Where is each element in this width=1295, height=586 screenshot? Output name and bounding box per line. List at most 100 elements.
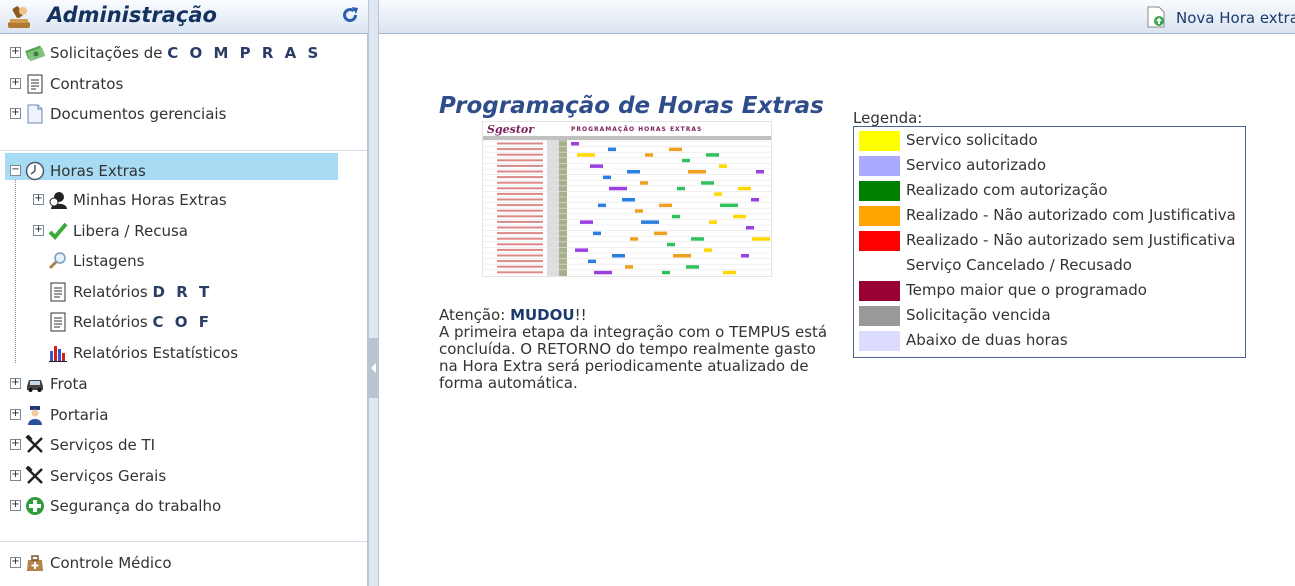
new-document-icon	[1147, 6, 1165, 28]
preview-bar	[625, 265, 633, 269]
preview-brand: Sgestor	[487, 123, 535, 136]
preview-bar	[677, 186, 685, 191]
preview-row-label	[497, 220, 543, 223]
collapse-icon[interactable]: −	[10, 165, 21, 176]
collapse-sidebar-handle[interactable]	[369, 338, 378, 398]
medical-bag-icon	[27, 555, 43, 571]
sidebar-item-label-bold: C O F	[152, 313, 212, 331]
sidebar-item-label: Listagens	[73, 252, 145, 270]
preview-bar	[580, 220, 593, 224]
preview-bar	[709, 220, 717, 224]
preview-bar	[746, 226, 754, 230]
sidebar-item-label: Relatórios	[73, 283, 148, 301]
preview-row-label	[497, 192, 543, 195]
preview-row-label	[497, 237, 543, 240]
legend-label: Tempo maior que o programado	[906, 281, 1147, 299]
preview-row-label	[497, 176, 543, 179]
preview-bar	[612, 254, 625, 258]
expand-icon[interactable]: +	[10, 500, 21, 511]
legend-label: Servico autorizado	[906, 156, 1047, 174]
preview-bar	[603, 175, 611, 180]
legend-label: Realizado - Não autorizado sem Justifica…	[906, 231, 1236, 249]
legend-label: Servico solicitado	[906, 131, 1038, 149]
green-cross-icon	[26, 497, 44, 515]
expand-icon[interactable]: +	[33, 225, 44, 236]
expand-icon[interactable]: +	[33, 194, 44, 205]
preview-bar	[609, 186, 627, 191]
preview-row-label	[497, 159, 543, 162]
sidebar-item-label: Frota	[50, 375, 88, 393]
preview-row-label	[497, 164, 543, 167]
expand-icon[interactable]: +	[10, 47, 21, 58]
preview-row-label	[497, 187, 543, 190]
sidebar-item-label: Contratos	[50, 75, 124, 93]
sidebar-item-label-bold: D R T	[152, 283, 213, 301]
expand-icon[interactable]: +	[10, 470, 21, 481]
sidebar-item-label: Documentos gerenciais	[50, 105, 227, 123]
divider	[0, 150, 367, 151]
new-overtime-label: Nova Hora extra	[1176, 9, 1295, 27]
preview-row-label	[497, 198, 543, 201]
user-clock-icon	[49, 192, 67, 209]
sidebar-item-label: Serviços Gerais	[50, 467, 167, 485]
page-title: Programação de Horas Extras	[439, 93, 824, 119]
sidebar-item-label: Portaria	[50, 406, 109, 424]
panel-splitter[interactable]	[368, 0, 379, 586]
preview-bar	[714, 192, 722, 196]
preview-row-label	[497, 260, 543, 263]
expand-icon[interactable]: +	[10, 409, 21, 420]
sidebar-item-label: Relatórios Estatísticos	[73, 344, 239, 362]
checkmark-icon	[48, 222, 68, 240]
preview-heading: PROGRAMAÇÃO HORAS EXTRAS	[571, 126, 702, 133]
car-icon	[27, 380, 43, 392]
legend-label: Realizado com autorização	[906, 181, 1108, 199]
expand-icon[interactable]: +	[10, 557, 21, 568]
preview-bar	[588, 259, 596, 264]
preview-bar	[738, 186, 751, 191]
preview-bar	[659, 203, 672, 208]
sidebar-item-label: Libera / Recusa	[73, 222, 188, 240]
expand-icon[interactable]: +	[10, 78, 21, 89]
preview-bar	[662, 270, 670, 275]
notice-block: Atenção: MUDOU!! A primeira etapa da int…	[439, 307, 829, 392]
preview-bar	[622, 198, 635, 202]
preview-bar	[635, 209, 643, 213]
legend-title: Legenda:	[853, 109, 923, 127]
preview-bar	[704, 248, 712, 252]
preview-bar	[719, 164, 727, 168]
preview-row-label	[497, 181, 543, 184]
tools-icon	[25, 466, 43, 484]
sidebar-title: Administração	[47, 3, 217, 27]
expand-icon[interactable]: +	[10, 108, 21, 119]
money-icon	[25, 45, 45, 62]
preview-bar	[706, 153, 719, 157]
preview-row-label	[497, 215, 543, 218]
legend-swatch	[859, 156, 900, 176]
expand-icon[interactable]: +	[10, 378, 21, 389]
sidebar-item-label: Minhas Horas Extras	[73, 191, 227, 209]
divider	[0, 541, 367, 542]
preview-row-label	[497, 243, 543, 246]
preview-bar	[751, 198, 759, 202]
sidebar-item-label: Controle Médico	[50, 554, 172, 572]
preview-row-label	[497, 170, 543, 173]
bar-chart-icon	[49, 346, 67, 362]
preview-bar	[673, 254, 691, 258]
preview-bar	[733, 214, 746, 219]
tree-guide-line	[15, 180, 16, 363]
legend-swatch	[859, 331, 900, 351]
preview-bar	[571, 142, 579, 146]
notice-suffix: !!	[574, 306, 587, 324]
preview-bar	[630, 237, 638, 241]
preview-bar	[641, 220, 659, 224]
legend-swatch	[859, 281, 900, 301]
preview-bar	[577, 153, 595, 157]
refresh-icon[interactable]	[340, 5, 360, 25]
sidebar-item-label: Segurança do trabalho	[50, 497, 222, 515]
overtime-schedule-preview-image: Sgestor PROGRAMAÇÃO HORAS EXTRAS	[482, 121, 772, 277]
sidebar-item-label: Solicitações de	[50, 44, 163, 62]
sidebar-header: Administração	[0, 0, 368, 34]
preview-row-label	[497, 148, 543, 151]
preview-bar	[686, 265, 699, 269]
expand-icon[interactable]: +	[10, 439, 21, 450]
